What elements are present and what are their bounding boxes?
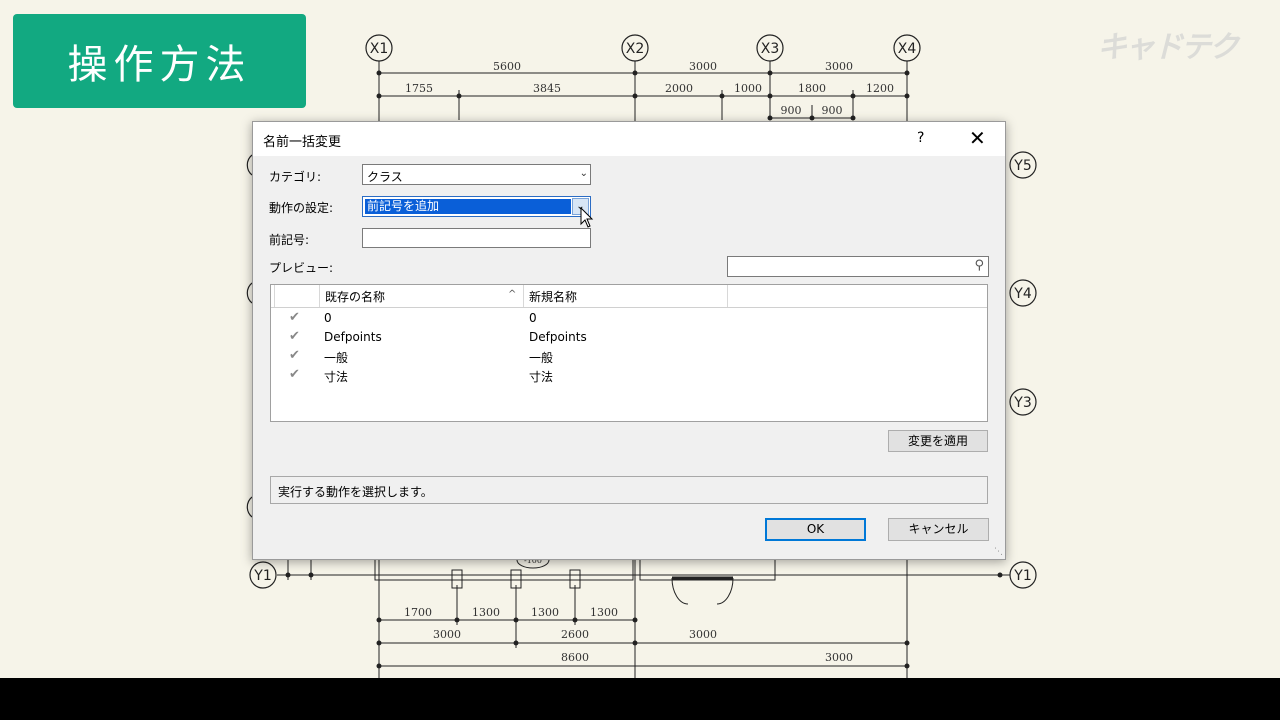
- brand-logo: キャドテク: [1097, 30, 1239, 65]
- dim-label: 3845: [533, 82, 561, 95]
- preview-label: プレビュー:: [269, 261, 334, 275]
- action-select[interactable]: 前記号を追加 ⌄: [362, 196, 591, 217]
- list-item[interactable]: ✔ 一般 一般: [271, 347, 987, 366]
- dim-label: 900: [781, 104, 802, 117]
- existing-name-cell: 0: [324, 311, 332, 325]
- axis-y5-label: Y5: [1013, 158, 1031, 174]
- dim-label: 1300: [590, 606, 618, 619]
- dim-label: 2000: [665, 82, 693, 95]
- dim-label: 1000: [734, 82, 762, 95]
- category-select[interactable]: クラス ⌄: [362, 164, 591, 185]
- checkmark-icon: ✔: [289, 348, 300, 363]
- list-item[interactable]: ✔ 0 0: [271, 309, 987, 328]
- cancel-button[interactable]: キャンセル: [888, 518, 989, 541]
- column-divider[interactable]: [319, 285, 320, 307]
- axis-y1-right-label: Y1: [1013, 568, 1031, 584]
- column-divider[interactable]: [727, 285, 728, 307]
- chevron-down-icon: ⌄: [579, 168, 588, 179]
- list-header: 既存の名称 ^ 新規名称: [271, 285, 987, 308]
- help-button[interactable]: ?: [917, 130, 924, 146]
- dim-label: 1300: [531, 606, 559, 619]
- dim-label: 1200: [866, 82, 894, 95]
- list-item[interactable]: ✔ Defpoints Defpoints: [271, 328, 987, 347]
- dialog-title: 名前一括変更: [263, 135, 342, 150]
- new-name-cell: 寸法: [529, 370, 554, 384]
- axis-y4-label: Y4: [1013, 286, 1032, 302]
- column-divider[interactable]: [523, 285, 524, 307]
- status-bar: 実行する動作を選択します。: [270, 476, 988, 504]
- dim-label: 3000: [825, 651, 853, 664]
- dim-label: 1700: [404, 606, 432, 619]
- status-text: 実行する動作を選択します。: [278, 485, 433, 499]
- ok-button[interactable]: OK: [765, 518, 866, 541]
- dim-label: 3000: [689, 60, 717, 73]
- close-button[interactable]: ✕: [969, 126, 986, 150]
- action-label: 動作の設定:: [269, 201, 334, 215]
- axis-x3-label: X3: [761, 41, 780, 57]
- rename-dialog: 名前一括変更 ? ✕ カテゴリ: クラス ⌄ 動作の設定: 前記号を追加 ⌄ 前…: [252, 121, 1006, 560]
- prefix-input[interactable]: [362, 228, 591, 248]
- checkmark-icon: ✔: [289, 329, 300, 344]
- axis-y1-left-label: Y1: [253, 568, 271, 584]
- dim-label: 1800: [798, 82, 826, 95]
- column-divider: [274, 285, 275, 307]
- column-existing-name[interactable]: 既存の名称: [325, 288, 385, 305]
- category-label: カテゴリ:: [269, 170, 322, 184]
- existing-name-cell: 寸法: [324, 370, 349, 384]
- sort-ascending-icon: ^: [508, 289, 517, 300]
- dim-label: 3000: [825, 60, 853, 73]
- search-icon[interactable]: ⚲: [974, 258, 984, 273]
- new-name-cell: 0: [529, 311, 537, 325]
- dim-label: 8600: [561, 651, 589, 664]
- existing-name-cell: Defpoints: [324, 330, 382, 344]
- dialog-title-bar[interactable]: 名前一括変更 ? ✕: [253, 122, 1005, 156]
- mouse-cursor-icon: [580, 207, 594, 228]
- page-title: 操作方法: [67, 42, 252, 88]
- dim-label: 5600: [493, 60, 521, 73]
- dim-label: 2600: [561, 628, 589, 641]
- new-name-cell: 一般: [529, 351, 554, 365]
- axis-x2-label: X2: [626, 41, 645, 57]
- dim-label: 3000: [689, 628, 717, 641]
- dim-label: 1300: [472, 606, 500, 619]
- apply-changes-button[interactable]: 変更を適用: [888, 430, 988, 452]
- checkmark-icon: ✔: [289, 310, 300, 325]
- category-value: クラス: [367, 170, 403, 184]
- axis-x4-label: X4: [898, 41, 917, 57]
- preview-list[interactable]: 既存の名称 ^ 新規名称 ✔ 0 0 ✔ Defpoints Defpoints…: [270, 284, 988, 422]
- list-item[interactable]: ✔ 寸法 寸法: [271, 366, 987, 385]
- existing-name-cell: 一般: [324, 351, 349, 365]
- action-value: 前記号を追加: [365, 199, 571, 214]
- column-new-name[interactable]: 新規名称: [529, 288, 577, 305]
- letterbox-bar: [0, 678, 1280, 720]
- dim-label: 900: [822, 104, 843, 117]
- search-input[interactable]: ⚲: [727, 256, 989, 277]
- axis-x1-label: X1: [370, 41, 389, 57]
- dim-label: 3000: [433, 628, 461, 641]
- resize-grip-icon[interactable]: ⋱: [994, 547, 1003, 557]
- axis-y3-label: Y3: [1013, 395, 1031, 411]
- checkmark-icon: ✔: [289, 367, 300, 382]
- prefix-label: 前記号:: [269, 233, 310, 247]
- new-name-cell: Defpoints: [529, 330, 587, 344]
- page-title-badge: 操作方法: [13, 14, 306, 108]
- dim-label: 1755: [405, 82, 433, 95]
